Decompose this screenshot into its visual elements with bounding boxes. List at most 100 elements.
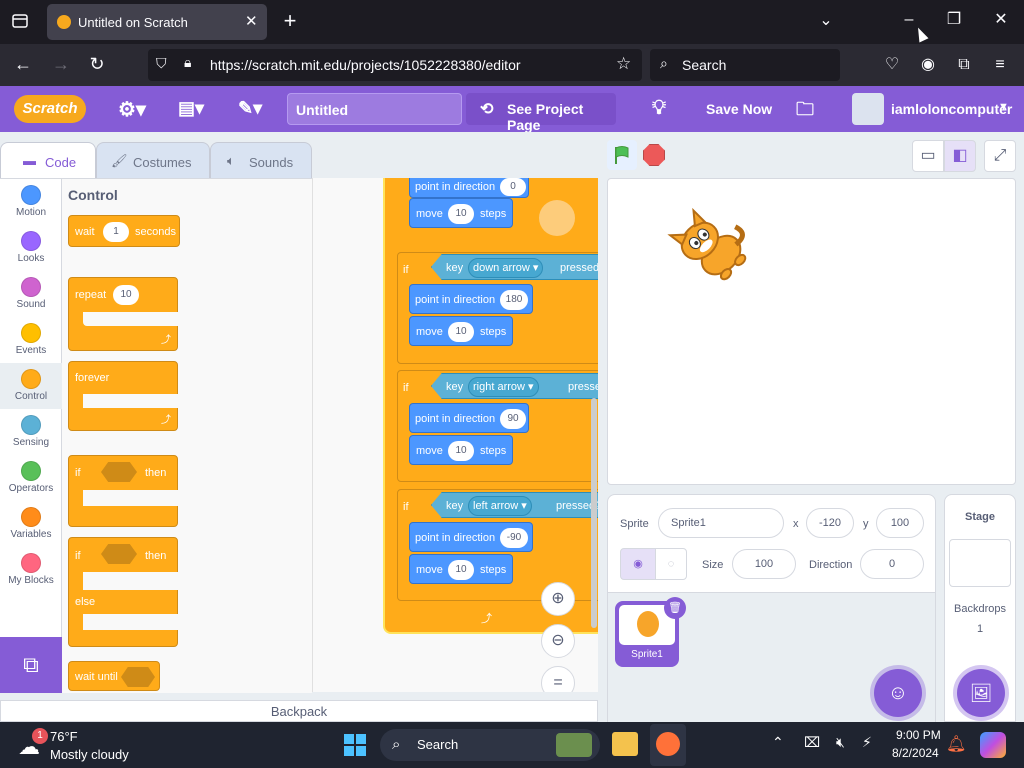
save-now-button[interactable]: Save Now	[706, 101, 772, 117]
network-icon[interactable]: ⌧	[804, 734, 820, 751]
restore-icon[interactable]: ❐	[943, 10, 965, 30]
key-dropdown[interactable]: right arrow ▾	[468, 377, 539, 397]
move-steps-block[interactable]: move 10 steps	[409, 316, 513, 346]
weather-widget[interactable]: ☁ 1 76°F Mostly cloudy	[14, 726, 164, 764]
account-icon[interactable]: ◉	[918, 55, 938, 75]
show-sprite-button[interactable]: ◉	[620, 548, 656, 580]
url-bar[interactable]: ⛉ 🔒︎ https://scratch.mit.edu/projects/10…	[148, 49, 642, 81]
direction-input[interactable]: 180	[500, 290, 528, 310]
script-area[interactable]: ⤴ point in direction 0 move 10 steps if …	[312, 178, 598, 692]
lightbulb-icon[interactable]: 💡︎	[652, 97, 666, 120]
x-position-input[interactable]: -120	[806, 508, 854, 538]
category-my-blocks[interactable]: My Blocks	[0, 547, 62, 593]
forever-block[interactable]: forever ⤴	[68, 361, 179, 431]
sprite-name-input[interactable]: Sprite1	[658, 508, 784, 538]
wait-until-block[interactable]: wait until	[68, 661, 160, 691]
category-events[interactable]: Events	[0, 317, 62, 363]
browser-search-input[interactable]: ⌕ Search	[650, 49, 840, 81]
wait-seconds-input[interactable]: 1	[103, 222, 129, 242]
show-hidden-icons-chevron[interactable]: ⌃	[772, 734, 784, 751]
reload-icon[interactable]: ↻	[86, 54, 108, 74]
settings-gear-icon[interactable]: ⚙▾	[118, 97, 146, 122]
if-else-block[interactable]: if then else	[68, 537, 179, 647]
steps-input[interactable]: 10	[448, 322, 474, 342]
stop-button[interactable]	[643, 144, 665, 166]
condition-slot[interactable]	[101, 462, 137, 482]
project-title-input[interactable]: Untitled	[287, 93, 462, 125]
bookmark-star-icon[interactable]: ☆	[616, 54, 631, 74]
tab-code[interactable]: ▬ Code	[0, 142, 96, 180]
scratch-logo[interactable]: Scratch	[14, 95, 86, 123]
key-pressed-block[interactable]: key left arrow ▾ pressed?	[431, 492, 598, 518]
category-sensing[interactable]: Sensing	[0, 409, 62, 455]
see-project-page-button[interactable]: ⟲ See Project Page	[466, 93, 616, 133]
firefox-icon[interactable]	[650, 724, 686, 766]
move-steps-block[interactable]: move 10 steps	[409, 435, 513, 465]
edit-menu-icon[interactable]: ✎▾	[238, 98, 262, 119]
zoom-in-icon[interactable]: ⊕	[541, 582, 575, 616]
key-dropdown[interactable]: left arrow ▾	[468, 496, 532, 516]
condition-slot[interactable]	[101, 544, 137, 564]
browser-tab[interactable]: Untitled on Scratch ✕	[47, 4, 267, 40]
direction-input[interactable]: 0	[860, 549, 924, 579]
move-steps-block[interactable]: move 10 steps	[409, 554, 513, 584]
tab-sounds[interactable]: 🔈︎ Sounds	[210, 142, 312, 180]
point-direction-block[interactable]: point in direction 90	[409, 403, 529, 433]
back-icon[interactable]: ←	[12, 54, 34, 74]
y-position-input[interactable]: 100	[876, 508, 924, 538]
key-pressed-block[interactable]: key down arrow ▾ pressed?	[431, 254, 598, 280]
stage-canvas[interactable]	[607, 178, 1016, 485]
small-stage-button[interactable]: ▭	[912, 140, 944, 172]
vertical-scrollbar[interactable]	[591, 398, 597, 628]
fullscreen-icon[interactable]: ⤢	[984, 140, 1016, 172]
size-input[interactable]: 100	[732, 549, 796, 579]
cat-sprite[interactable]	[664, 203, 764, 293]
green-flag-button[interactable]	[607, 140, 637, 170]
backpack-bar[interactable]: Backpack	[0, 700, 598, 722]
notification-bell-icon[interactable]: 🔔︎	[946, 734, 966, 754]
clock-date[interactable]: 8/2/2024	[892, 746, 939, 760]
category-control[interactable]: Control	[0, 363, 62, 409]
username[interactable]: iamloloncomputer	[891, 101, 1012, 117]
delete-sprite-icon[interactable]: 🗑︎	[664, 597, 686, 619]
move-steps-block[interactable]: move 10 steps	[409, 198, 513, 228]
repeat-block[interactable]: repeat 10 ⤴	[68, 277, 179, 351]
file-explorer-icon[interactable]	[612, 732, 638, 756]
forward-icon[interactable]: →	[50, 54, 72, 74]
choose-backdrop-button[interactable]: 🖼︎	[957, 669, 1005, 717]
point-direction-block[interactable]: point in direction -90	[409, 522, 533, 552]
windows-start-icon[interactable]	[344, 734, 366, 756]
steps-input[interactable]: 10	[448, 441, 474, 461]
category-looks[interactable]: Looks	[0, 225, 62, 271]
sound-tray-icon[interactable]: 🔇︎	[836, 734, 845, 751]
taskbar-search-box[interactable]: ⌕ Search	[380, 729, 600, 761]
if-then-block[interactable]: if then	[68, 455, 179, 527]
tab-costumes[interactable]: 🖌︎ Costumes	[96, 142, 210, 180]
extensions-icon[interactable]: ⧉	[954, 55, 974, 75]
point-direction-block[interactable]: point in direction 180	[409, 284, 533, 314]
key-pressed-block[interactable]: key right arrow ▾ pressed?	[431, 373, 598, 399]
lock-icon[interactable]: 🔒︎	[184, 54, 191, 71]
steps-input[interactable]: 10	[448, 560, 474, 580]
key-dropdown[interactable]: down arrow ▾	[468, 258, 544, 278]
file-menu-icon[interactable]: ▤▾	[178, 98, 204, 119]
direction-input[interactable]: 0	[500, 178, 526, 196]
condition-slot[interactable]	[121, 667, 155, 687]
point-direction-block[interactable]: point in direction 0	[409, 178, 529, 198]
direction-input[interactable]: -90	[500, 528, 528, 548]
battery-icon[interactable]: ⚡︎	[862, 734, 872, 751]
zoom-reset-icon[interactable]: =	[541, 666, 575, 692]
menu-icon[interactable]: ≡	[990, 55, 1010, 75]
choose-sprite-button[interactable]: ☺︎	[874, 669, 922, 717]
backdrop-thumbnail[interactable]	[949, 539, 1011, 587]
shield-icon[interactable]: ⛉	[156, 55, 167, 72]
tab-overview-icon[interactable]	[10, 12, 30, 32]
category-sound[interactable]: Sound	[0, 271, 62, 317]
copilot-icon[interactable]	[980, 732, 1006, 758]
my-stuff-folder-icon[interactable]: 🗀	[796, 97, 814, 127]
direction-input[interactable]: 90	[500, 409, 526, 429]
user-avatar[interactable]	[852, 93, 884, 125]
category-motion[interactable]: Motion	[0, 179, 62, 225]
list-tabs-chevron-icon[interactable]: ⌄	[815, 11, 837, 31]
normal-stage-button[interactable]: ◧	[944, 140, 976, 172]
